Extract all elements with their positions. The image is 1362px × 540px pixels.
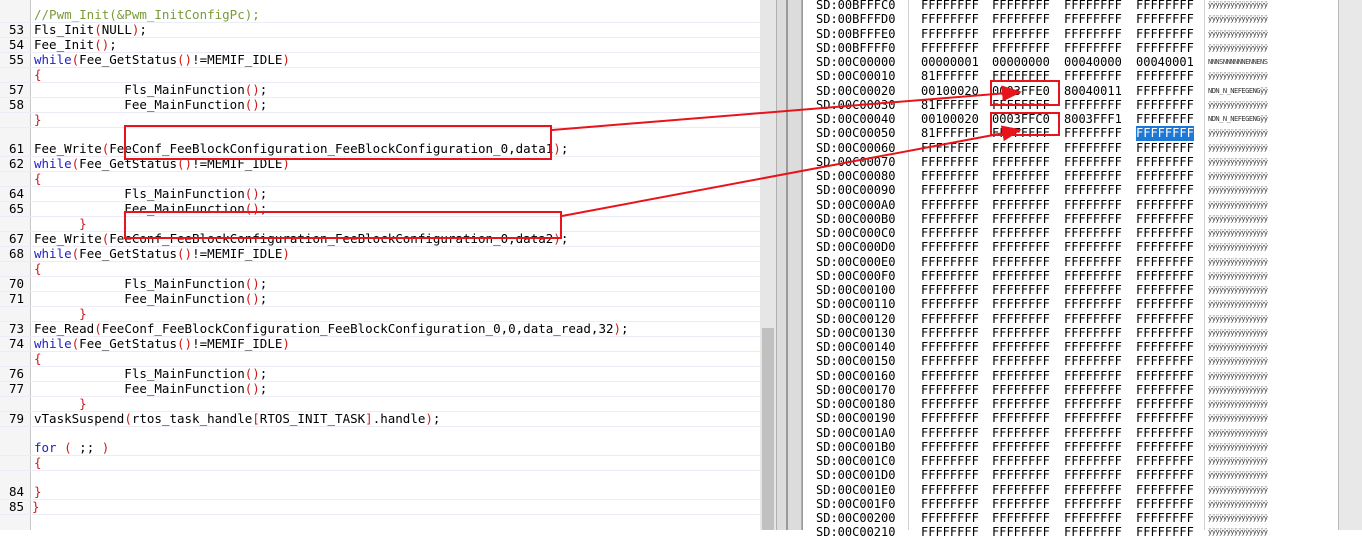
arrow-data2-to-mem [561,125,1022,217]
arrow-data1-to-mem [551,85,1022,131]
annotation-arrows [551,85,1022,217]
